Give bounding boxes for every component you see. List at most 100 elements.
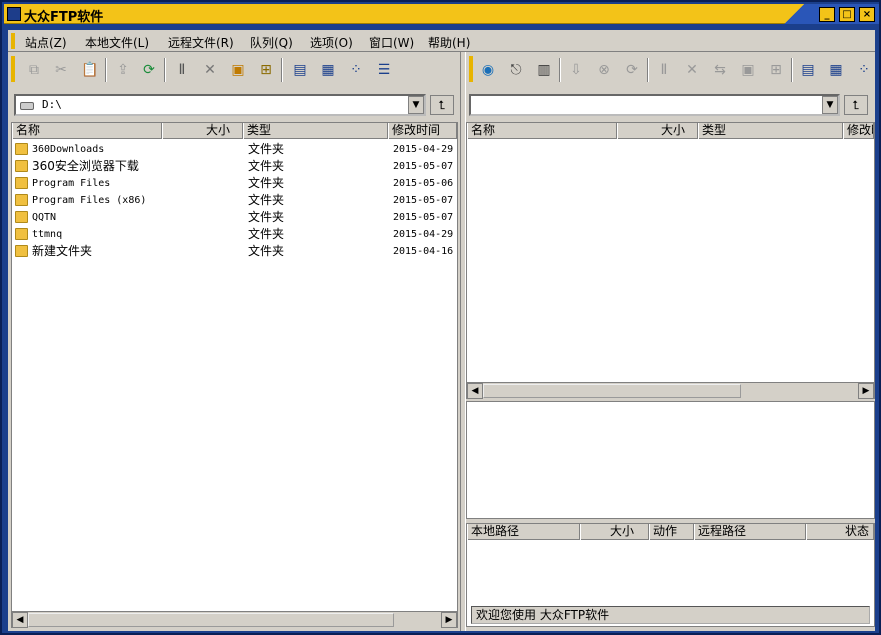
file-modified: 2015-05-07 xyxy=(393,212,454,223)
transfer-queue[interactable]: 本地路径 大小 动作 远程路径 状态 欢迎您使用 大众FTP软件 xyxy=(466,523,875,627)
details-view-icon[interactable]: ☰ xyxy=(375,61,393,79)
remote-list-header: 名称 大小 类型 修改时 xyxy=(467,123,874,139)
download-icon[interactable]: ⇩ xyxy=(567,61,585,79)
table-row[interactable]: Program Files (x86) 文件夹 2015-05-07 xyxy=(12,192,457,209)
table-row[interactable]: ttmnq 文件夹 2015-04-29 xyxy=(12,226,457,243)
col-size[interactable]: 大小 xyxy=(617,123,698,139)
app-icon[interactable] xyxy=(7,7,21,21)
scroll-thumb[interactable] xyxy=(28,613,394,627)
file-modified: 2015-05-06 xyxy=(393,178,454,189)
drive-icon xyxy=(20,102,34,110)
col-type[interactable]: 类型 xyxy=(698,123,843,139)
table-row[interactable]: 新建文件夹 文件夹 2015-04-16 xyxy=(12,243,457,260)
table-row[interactable]: Program Files 文件夹 2015-05-06 xyxy=(12,175,457,192)
properties-icon[interactable]: ⊞ xyxy=(257,61,275,79)
disconnect-icon[interactable]: ⎋ xyxy=(507,61,525,79)
minimize-button[interactable]: _ xyxy=(819,7,835,22)
col-action[interactable]: 动作 xyxy=(649,524,694,540)
local-hscrollbar[interactable]: ◀ ▶ xyxy=(12,611,457,628)
list-view-icon[interactable]: ⁘ xyxy=(855,61,873,79)
menu-bar: 站点(Z) 本地文件(L) 远程文件(R) 队列(Q) 选项(O) 窗口(W) … xyxy=(8,30,875,52)
chevron-down-icon[interactable]: ▼ xyxy=(822,96,838,114)
menu-local-file[interactable]: 本地文件(L) xyxy=(85,34,149,51)
local-pane: ⧉ ✂ 📋 ⇪ ⟳ Ⅱ ✕ ▣ ⊞ ▤ ▦ ⁘ ☰ D:\ ▼ ⮤ 名称 大小 … xyxy=(8,52,460,631)
menu-help[interactable]: 帮助(H) xyxy=(428,34,470,51)
col-modified[interactable]: 修改时间 xyxy=(388,123,457,139)
file-type: 文件夹 xyxy=(248,210,285,224)
small-icons-view-icon[interactable]: ▦ xyxy=(827,61,845,79)
status-bar: 欢迎您使用 大众FTP软件 xyxy=(471,606,870,624)
remote-pane: ◉ ⎋ ▥ ⇩ ⊗ ⟳ Ⅱ ✕ ⇆ ▣ ⊞ ▤ ▦ ⁘ ▼ ⮤ 名称 大小 类型… xyxy=(466,52,875,631)
col-size[interactable]: 大小 xyxy=(162,123,243,139)
remote-file-list[interactable]: 名称 大小 类型 修改时 ◀ ▶ xyxy=(466,122,875,399)
move-icon[interactable]: ⇆ xyxy=(711,61,729,79)
menu-window[interactable]: 窗口(W) xyxy=(369,34,414,51)
cut-icon[interactable]: ✂ xyxy=(52,61,70,79)
folder-icon xyxy=(15,245,28,257)
copy-icon[interactable]: ⧉ xyxy=(25,61,43,79)
remote-path-combo[interactable]: ▼ xyxy=(469,94,840,116)
remote-up-folder-button[interactable]: ⮤ xyxy=(844,95,868,115)
menu-grip xyxy=(11,33,15,49)
col-status[interactable]: 状态 xyxy=(806,524,874,540)
main-window: 大众FTP软件 _ □ × 站点(Z) 本地文件(L) 远程文件(R) 队列(Q… xyxy=(0,0,881,635)
rename-icon[interactable]: Ⅱ xyxy=(173,61,191,79)
folder-icon xyxy=(15,228,28,240)
refresh-icon[interactable]: ⟳ xyxy=(140,61,158,79)
properties-icon[interactable]: ⊞ xyxy=(767,61,785,79)
queue-header: 本地路径 大小 动作 远程路径 状态 xyxy=(467,524,874,540)
client-area: 站点(Z) 本地文件(L) 远程文件(R) 队列(Q) 选项(O) 窗口(W) … xyxy=(8,30,875,631)
table-row[interactable]: 360安全浏览器下载 文件夹 2015-05-07 xyxy=(12,158,457,175)
local-path-combo[interactable]: D:\ ▼ xyxy=(14,94,426,116)
maximize-button[interactable]: □ xyxy=(839,7,855,22)
col-name[interactable]: 名称 xyxy=(12,123,162,139)
local-path-value: D:\ xyxy=(42,98,62,111)
col-local-path[interactable]: 本地路径 xyxy=(467,524,580,540)
small-icons-view-icon[interactable]: ▦ xyxy=(319,61,337,79)
table-row[interactable]: 360Downloads 文件夹 2015-04-29 xyxy=(12,141,457,158)
new-folder-icon[interactable]: ▣ xyxy=(229,61,247,79)
col-modified[interactable]: 修改时 xyxy=(843,123,874,139)
large-icons-view-icon[interactable]: ▤ xyxy=(799,61,817,79)
menu-options[interactable]: 选项(O) xyxy=(310,34,353,51)
remote-hscrollbar[interactable]: ◀ ▶ xyxy=(467,382,874,399)
rename-icon[interactable]: Ⅱ xyxy=(655,61,673,79)
list-view-icon[interactable]: ⁘ xyxy=(347,61,365,79)
col-size[interactable]: 大小 xyxy=(580,524,649,540)
log-panel[interactable] xyxy=(466,401,875,519)
folder-icon xyxy=(15,211,28,223)
file-type: 文件夹 xyxy=(248,227,285,241)
title-bar[interactable]: 大众FTP软件 _ □ × xyxy=(4,4,879,25)
new-folder-icon[interactable]: ▣ xyxy=(739,61,757,79)
menu-remote-file[interactable]: 远程文件(R) xyxy=(168,34,234,51)
folder-icon xyxy=(15,160,28,172)
delete-icon[interactable]: ✕ xyxy=(683,61,701,79)
stop-icon[interactable]: ⊗ xyxy=(595,61,613,79)
scroll-left-icon[interactable]: ◀ xyxy=(467,383,483,399)
large-icons-view-icon[interactable]: ▤ xyxy=(291,61,309,79)
scroll-right-icon[interactable]: ▶ xyxy=(858,383,874,399)
chevron-down-icon[interactable]: ▼ xyxy=(408,96,424,114)
file-name: 新建文件夹 xyxy=(32,244,93,258)
remote-toolbar: ◉ ⎋ ▥ ⇩ ⊗ ⟳ Ⅱ ✕ ⇆ ▣ ⊞ ▤ ▦ ⁘ xyxy=(466,52,875,86)
scroll-thumb[interactable] xyxy=(483,384,741,398)
col-name[interactable]: 名称 xyxy=(467,123,617,139)
file-modified: 2015-04-29 xyxy=(393,144,454,155)
table-row[interactable]: QQTN 文件夹 2015-05-07 xyxy=(12,209,457,226)
site-manager-icon[interactable]: ▥ xyxy=(535,61,553,79)
file-name: ttmnq xyxy=(32,229,63,240)
col-type[interactable]: 类型 xyxy=(243,123,388,139)
menu-site[interactable]: 站点(Z) xyxy=(25,34,67,51)
refresh-icon[interactable]: ⟳ xyxy=(623,61,641,79)
paste-icon[interactable]: 📋 xyxy=(81,61,99,79)
menu-queue[interactable]: 队列(Q) xyxy=(250,34,293,51)
delete-icon[interactable]: ✕ xyxy=(201,61,219,79)
scroll-right-icon[interactable]: ▶ xyxy=(441,612,457,628)
local-file-list[interactable]: 名称 大小 类型 修改时间 360Downloads 文件夹 2015-04-2… xyxy=(11,122,458,628)
scroll-left-icon[interactable]: ◀ xyxy=(12,612,28,628)
close-button[interactable]: × xyxy=(859,7,875,22)
connect-icon[interactable]: ◉ xyxy=(479,61,497,79)
col-remote-path[interactable]: 远程路径 xyxy=(694,524,806,540)
upload-icon[interactable]: ⇪ xyxy=(114,61,132,79)
local-up-folder-button[interactable]: ⮤ xyxy=(430,95,454,115)
